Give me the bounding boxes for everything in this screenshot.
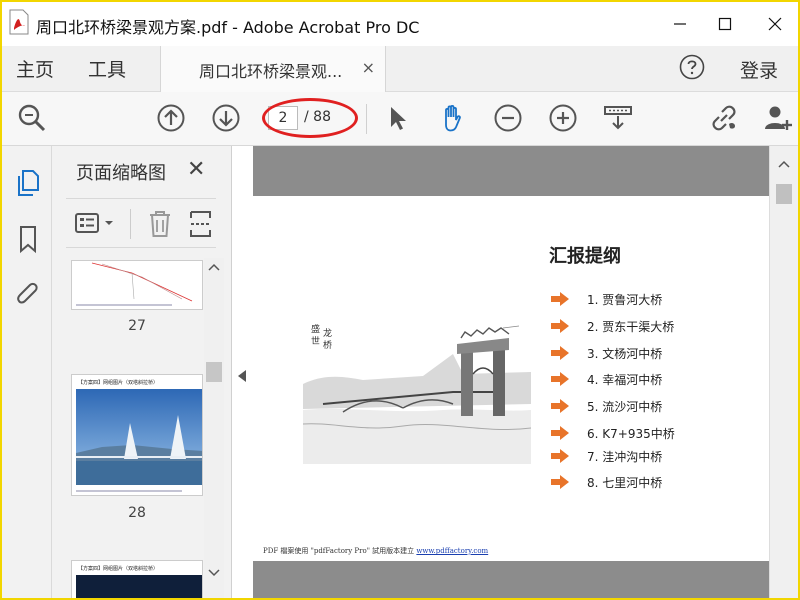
page-display-icon[interactable] [602,102,634,134]
extract-pages-icon[interactable] [188,209,214,239]
tab-close-button[interactable]: × [362,58,375,77]
outline-text: 2. 贾东干渠大桥 [587,320,675,334]
outline-text: 5. 流沙河中桥 [587,400,663,414]
next-page-icon[interactable] [210,102,242,134]
svg-text:龙: 龙 [323,327,332,339]
select-cursor-icon[interactable] [382,102,414,134]
outline-text: 3. 文杨河中桥 [587,347,663,361]
collapse-panel-icon[interactable] [238,370,246,382]
document-viewport: 汇报提纲 盛世龙桥 1. 贾鲁河大桥 2. 贾东干渠大桥 3. 文杨河中桥 4.… [253,146,769,598]
orange-arrow-icon [551,372,569,386]
outline-text: 6. K7+935中桥 [587,427,675,441]
thumbnail-image [76,389,202,492]
svg-text:桥: 桥 [323,339,332,351]
scroll-up-icon[interactable] [204,260,224,274]
share-link-icon[interactable] [708,102,740,134]
help-icon[interactable] [679,54,705,80]
minimize-button[interactable] [657,2,703,46]
thumbnail-scrollbar[interactable] [204,258,224,598]
annotation-ellipse [262,98,358,138]
page-thumbnail[interactable] [71,260,203,310]
title-bar: 周口北环桥梁景观方案.pdf - Adobe Acrobat Pro DC [2,2,798,46]
orange-arrow-icon [551,292,569,306]
thumbnail-tools [66,198,216,248]
orange-arrow-icon [551,319,569,333]
maximize-icon [718,17,732,31]
left-rail [2,146,52,598]
toolbar: 2 / 88 [2,92,798,146]
orange-arrow-icon [551,475,569,489]
footer-text: PDF 檔案使用 "pdfFactory Pro" 試用版本建立 [263,547,415,555]
orange-arrow-icon [551,449,569,463]
page-footer: PDF 檔案使用 "pdfFactory Pro" 試用版本建立 www.pdf… [263,546,488,556]
login-link[interactable]: 登录 [740,56,778,83]
outline-text: 4. 幸福河中桥 [587,373,663,387]
attachment-icon[interactable] [14,280,42,310]
bookmark-icon[interactable] [14,224,42,254]
bridge-sketch-image: 盛世龙桥 [303,314,531,464]
thumbnail-header: 【方案四】网组图片（双塔斜拉桥） [78,380,159,386]
page-thumbnails-icon[interactable] [14,168,42,198]
page-heading: 汇报提纲 [549,246,621,267]
document-scrollbar[interactable] [769,146,798,598]
thumbnail-page-number: 27 [128,318,146,334]
toolbar-divider [366,104,367,134]
nav-tools[interactable]: 工具 [88,55,126,82]
footer-link[interactable]: www.pdffactory.com [416,547,488,555]
nav-home[interactable]: 主页 [16,55,54,82]
close-button[interactable] [752,2,798,46]
orange-arrow-icon [551,426,569,440]
pdf-page: 汇报提纲 盛世龙桥 1. 贾鲁河大桥 2. 贾东干渠大桥 3. 文杨河中桥 4.… [253,196,769,561]
document-scroll-thumb[interactable] [776,184,792,204]
previous-page-icon[interactable] [155,102,187,134]
thumbnail-panel: 页面缩略图 ✕ 27 【方案四】网组图片（双塔斜拉桥） 28 【方案四】网组图片… [52,146,232,598]
maximize-button[interactable] [702,2,748,46]
outline-text: 1. 贾鲁河大桥 [587,293,663,307]
page-thumbnail[interactable]: 【方案四】网组图片（双塔斜拉桥） [71,560,203,598]
acrobat-logo-icon [9,9,29,35]
scroll-up-icon[interactable] [770,156,798,172]
orange-arrow-icon [551,399,569,413]
zoom-in-icon[interactable] [547,102,579,134]
outline-text: 7. 洼冲沟中桥 [587,450,663,464]
thumbnail-header: 【方案四】网组图片（双塔斜拉桥） [78,566,159,572]
thumbnail-scroll-thumb[interactable] [206,362,222,382]
document-tab-label: 周口北环桥梁景观... [199,62,343,81]
thumbnail-page-number: 28 [128,505,146,521]
outline-text: 8. 七里河中桥 [587,476,663,490]
nav-bar: 主页 工具 周口北环桥梁景观... × 登录 [2,46,798,92]
document-tab[interactable]: 周口北环桥梁景观... × [160,46,386,92]
thumbnail-options-icon[interactable] [74,211,118,237]
delete-icon[interactable] [146,209,174,239]
hand-tool-icon[interactable] [436,102,468,134]
add-user-icon[interactable] [762,102,794,134]
search-icon[interactable] [16,102,48,134]
page-thumbnail[interactable]: 【方案四】网组图片（双塔斜拉桥） [71,374,203,496]
thumbnail-panel-title: 页面缩略图 [76,163,166,184]
tools-divider [130,209,131,239]
window-title: 周口北环桥梁景观方案.pdf - Adobe Acrobat Pro DC [36,18,420,37]
thumbnail-image [72,261,202,309]
orange-arrow-icon [551,346,569,360]
zoom-out-icon[interactable] [492,102,524,134]
scroll-down-icon[interactable] [204,566,224,580]
minimize-icon [674,23,686,25]
panel-close-button[interactable]: ✕ [187,157,205,182]
svg-text:盛: 盛 [311,323,320,335]
svg-text:世: 世 [311,335,320,347]
app-window: 周口北环桥梁景观方案.pdf - Adobe Acrobat Pro DC 主页… [0,0,800,600]
close-icon [768,17,782,31]
